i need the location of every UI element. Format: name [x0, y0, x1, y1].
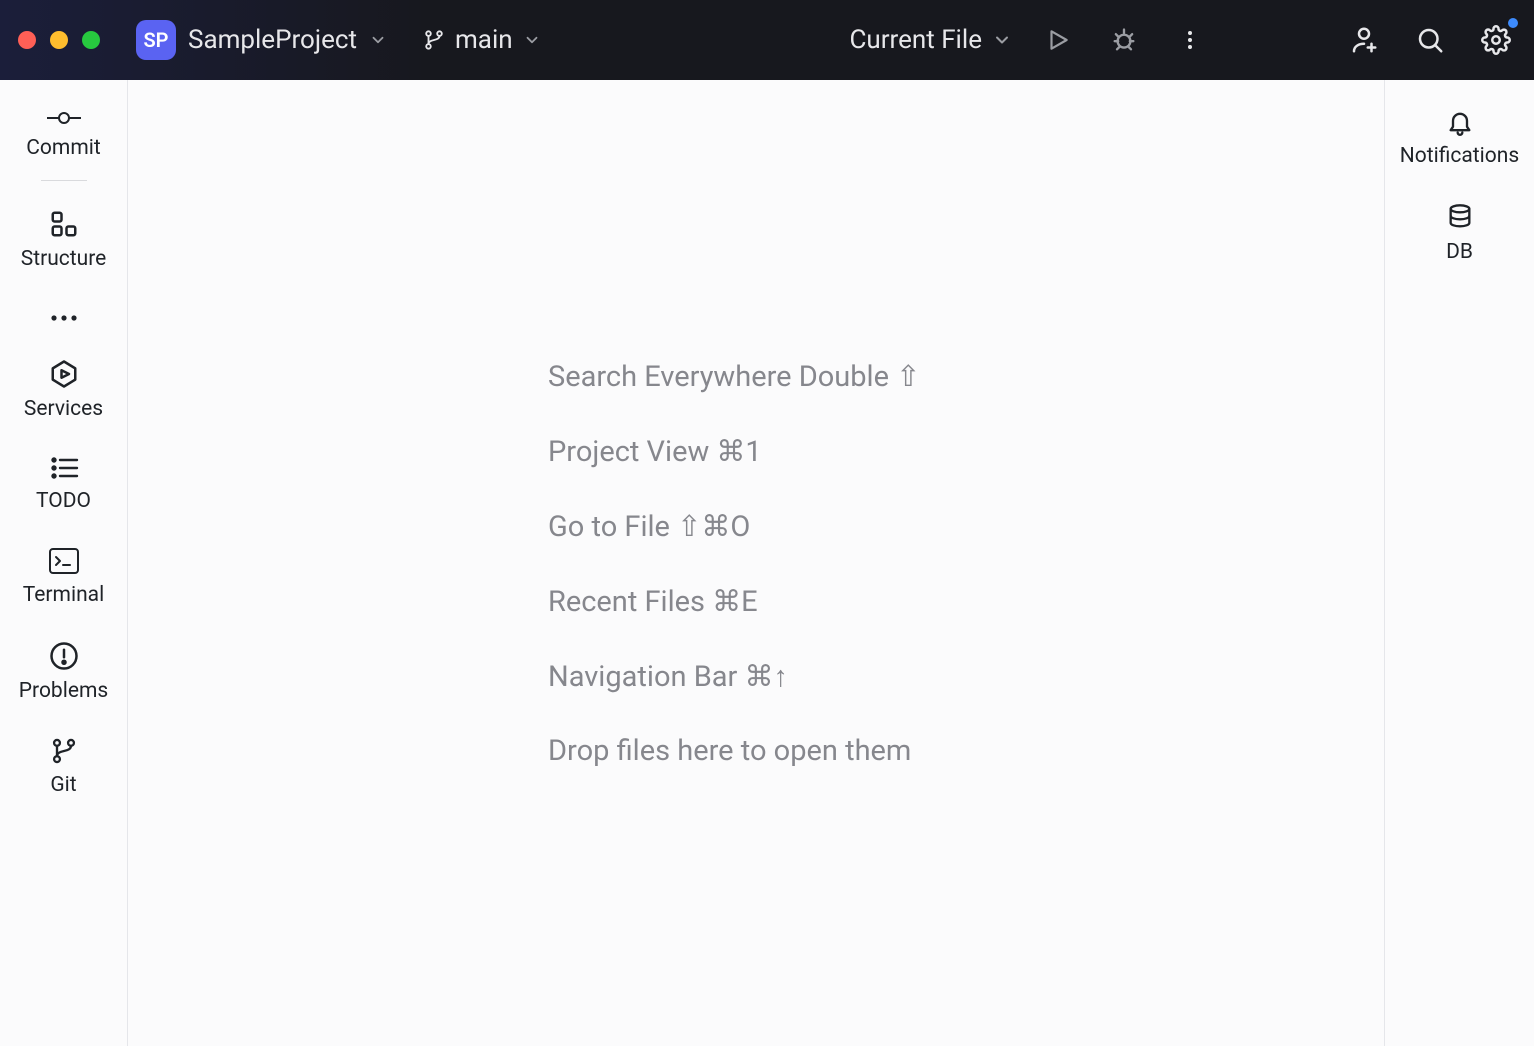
chevron-down-icon: [992, 30, 1012, 50]
sidebar-item-terminal[interactable]: Terminal: [0, 533, 127, 627]
git-icon: [50, 737, 78, 765]
hint-go-to-file: Go to File ⇧⌘O: [548, 509, 1384, 544]
problems-icon: [49, 641, 79, 671]
run-button[interactable]: [1038, 20, 1078, 60]
sidebar-item-commit[interactable]: Commit: [0, 94, 127, 180]
window-controls: [18, 31, 100, 49]
sidebar-item-label: DB: [1446, 240, 1473, 264]
sidebar-item-problems[interactable]: Problems: [0, 627, 127, 723]
search-button[interactable]: [1410, 20, 1450, 60]
close-window-button[interactable]: [18, 31, 36, 49]
sidebar-item-git[interactable]: Git: [0, 723, 127, 817]
services-icon: [49, 359, 79, 389]
run-config-selector[interactable]: Current File: [849, 25, 1012, 55]
code-with-me-button[interactable]: [1344, 20, 1384, 60]
titlebar: SP SampleProject main Current File: [0, 0, 1534, 80]
sidebar-item-notifications[interactable]: Notifications: [1385, 94, 1534, 188]
branch-name-label: main: [455, 25, 513, 55]
branch-icon: [423, 29, 445, 51]
hint-project-view: Project View ⌘1: [548, 434, 1384, 469]
divider: [41, 180, 87, 181]
hint-navigation-bar: Navigation Bar ⌘↑: [548, 659, 1384, 694]
todo-icon: [49, 455, 79, 481]
project-name-label: SampleProject: [188, 25, 357, 55]
debug-button[interactable]: [1104, 20, 1144, 60]
bell-icon: [1446, 108, 1474, 136]
project-selector[interactable]: SP SampleProject: [136, 20, 387, 60]
sidebar-item-db[interactable]: DB: [1385, 188, 1534, 284]
chevron-down-icon: [523, 31, 541, 49]
structure-icon: [49, 209, 79, 239]
sidebar-item-label: Services: [24, 397, 103, 421]
commit-icon: [47, 108, 81, 128]
hint-recent-files: Recent Files ⌘E: [548, 584, 1384, 619]
maximize-window-button[interactable]: [82, 31, 100, 49]
sidebar-item-label: Problems: [19, 679, 108, 703]
right-toolbar: Notifications DB: [1384, 80, 1534, 1046]
run-config-label: Current File: [849, 25, 982, 55]
terminal-icon: [48, 547, 80, 575]
main-body: Commit Structure Services TODO: [0, 80, 1534, 1046]
editor-area[interactable]: Search Everywhere Double ⇧ Project View …: [128, 80, 1384, 1046]
sidebar-item-label: Notifications: [1400, 144, 1519, 168]
sidebar-item-structure[interactable]: Structure: [0, 195, 127, 291]
sidebar-item-todo[interactable]: TODO: [0, 441, 127, 533]
sidebar-item-label: Structure: [21, 247, 107, 271]
more-horizontal-icon: [49, 313, 79, 323]
project-badge: SP: [136, 20, 176, 60]
more-actions-button[interactable]: [1170, 20, 1210, 60]
hint-drop-files: Drop files here to open them: [548, 734, 1384, 768]
chevron-down-icon: [369, 31, 387, 49]
database-icon: [1446, 202, 1474, 232]
sidebar-item-more[interactable]: [0, 291, 127, 345]
minimize-window-button[interactable]: [50, 31, 68, 49]
branch-selector[interactable]: main: [423, 25, 541, 55]
sidebar-item-label: Git: [50, 773, 76, 797]
sidebar-item-label: Terminal: [23, 583, 104, 607]
empty-editor-hints: Search Everywhere Double ⇧ Project View …: [548, 359, 1384, 768]
sidebar-item-services[interactable]: Services: [0, 345, 127, 441]
left-toolbar: Commit Structure Services TODO: [0, 80, 128, 1046]
settings-button[interactable]: [1476, 20, 1516, 60]
hint-search-everywhere: Search Everywhere Double ⇧: [548, 359, 1384, 394]
sidebar-item-label: TODO: [36, 489, 91, 513]
sidebar-item-label: Commit: [26, 136, 100, 160]
